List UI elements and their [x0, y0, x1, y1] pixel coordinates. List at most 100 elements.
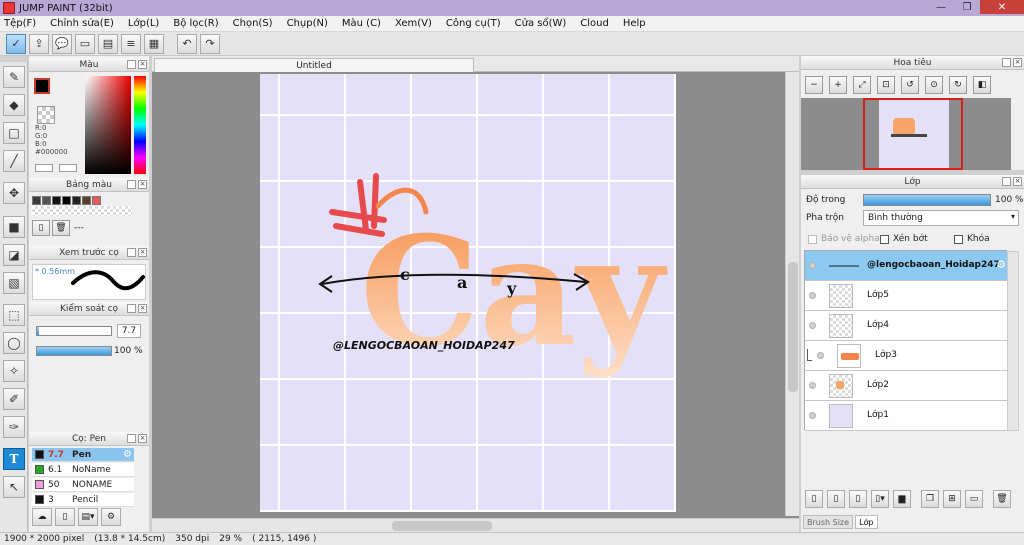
visibility-icon[interactable] [809, 382, 816, 389]
menu-filter[interactable]: Bộ lọc(R) [173, 18, 218, 29]
close-panel-icon[interactable]: × [1013, 58, 1022, 67]
layer-opacity-slider[interactable] [863, 194, 991, 206]
text-tool-icon[interactable]: T [3, 448, 25, 470]
delete-swatch-icon[interactable]: 🗑 [52, 220, 70, 236]
detach-icon[interactable] [127, 248, 136, 257]
hue-slider[interactable] [134, 76, 146, 174]
brush-tool-icon[interactable]: ✎ [3, 66, 25, 88]
protect-alpha-checkbox[interactable]: Bảo vệ alpha [808, 234, 880, 244]
rectangle-tool-icon[interactable]: □ [3, 122, 25, 144]
flip-icon[interactable]: ◧ [973, 76, 991, 94]
duplicate-layer-icon[interactable]: ❐ [921, 490, 939, 508]
menu-edit[interactable]: Chỉnh sửa(E) [50, 18, 114, 29]
redo-icon[interactable]: ↷ [200, 33, 220, 54]
delete-layer-icon[interactable]: 🗑 [993, 490, 1011, 508]
fit-screen-icon[interactable]: ⤢ [853, 76, 871, 94]
new-layer-icon[interactable]: ▯ [805, 490, 823, 508]
visibility-icon[interactable] [809, 262, 816, 269]
document-tab[interactable]: Untitled [154, 58, 474, 72]
zoom-out-icon[interactable]: − [805, 76, 823, 94]
color-swatch[interactable] [52, 196, 61, 205]
fill-shape-tool-icon[interactable]: ■ [3, 216, 25, 238]
brush-settings-icon[interactable]: ⚙ [101, 508, 121, 526]
color-swatch[interactable] [42, 196, 51, 205]
tab-brush-size[interactable]: Brush Size [803, 515, 854, 529]
add-layer-menu-icon[interactable]: ▯▾ [871, 490, 889, 508]
blend-mode-select[interactable]: Bình thường ▾ [863, 210, 1019, 226]
color-swatch[interactable] [62, 196, 71, 205]
menu-color[interactable]: Màu (C) [342, 18, 381, 29]
layer-row[interactable]: @lengocbaoan_Hoidap247 ⚙ [805, 251, 1008, 281]
drawing-canvas[interactable]: Cay c a y @LENGOCBAOAN_HOIDAP247 [260, 74, 676, 512]
color-swatch[interactable] [82, 196, 91, 205]
select-pen-tool-icon[interactable]: ✐ [3, 388, 25, 410]
close-button[interactable]: ✕ [980, 0, 1024, 14]
cloud-sync-icon[interactable]: ✓ [6, 33, 26, 54]
merge-layer-icon[interactable]: ⊞ [943, 490, 961, 508]
close-panel-icon[interactable]: × [138, 180, 147, 189]
scroll-thumb[interactable] [392, 521, 492, 531]
clear-layer-icon[interactable]: ▭ [965, 490, 983, 508]
grid-icon[interactable]: ▦ [144, 33, 164, 54]
brush-item[interactable]: 6.1 NoName [32, 463, 134, 477]
magic-wand-tool-icon[interactable]: ✧ [3, 360, 25, 382]
canvas-vertical-scrollbar[interactable] [785, 72, 799, 516]
close-panel-icon[interactable]: × [138, 60, 147, 69]
select-eraser-tool-icon[interactable]: ✑ [3, 416, 25, 438]
document-icon[interactable]: ▤ [98, 33, 118, 54]
minimize-button[interactable]: — [928, 0, 954, 14]
brush-size-value[interactable]: 7.7 [117, 324, 141, 338]
detach-icon[interactable] [127, 60, 136, 69]
scroll-thumb[interactable] [788, 262, 798, 392]
new-layer-1bit-icon[interactable]: ▯ [849, 490, 867, 508]
brush-opacity-slider[interactable] [36, 346, 112, 356]
monitor-icon[interactable]: ▭ [75, 33, 95, 54]
visibility-icon[interactable] [809, 412, 816, 419]
visibility-icon[interactable] [809, 322, 816, 329]
gradient-tool-icon[interactable]: ▧ [3, 272, 25, 294]
color-swatch[interactable] [32, 196, 41, 205]
detach-icon[interactable] [1002, 177, 1011, 186]
close-panel-icon[interactable]: × [138, 434, 147, 443]
bucket-tool-icon[interactable]: ◪ [3, 244, 25, 266]
menu-view[interactable]: Xem(V) [395, 18, 432, 29]
detach-icon[interactable] [1002, 58, 1011, 67]
saturation-value-picker[interactable] [85, 76, 131, 174]
navigator-view-frame[interactable] [863, 98, 963, 170]
layer-row[interactable]: Lớp3 [805, 341, 1008, 371]
lock-checkbox[interactable]: Khóa [954, 234, 990, 244]
color-swatch[interactable] [92, 196, 101, 205]
transparent-color-swatch[interactable] [37, 106, 55, 124]
rect-select-tool-icon[interactable]: ⬚ [3, 304, 25, 326]
menu-capture[interactable]: Chụp(N) [287, 18, 328, 29]
undo-icon[interactable]: ↶ [177, 33, 197, 54]
brush-item[interactable]: 3 Pencil [32, 493, 134, 507]
close-panel-icon[interactable]: × [1013, 177, 1022, 186]
gear-icon[interactable]: ⚙ [123, 449, 132, 460]
share-icon[interactable]: ⇪ [29, 33, 49, 54]
visibility-icon[interactable] [809, 292, 816, 299]
detach-icon[interactable] [127, 180, 136, 189]
menu-tools[interactable]: Công cụ(T) [446, 18, 501, 29]
canvas-horizontal-scrollbar[interactable] [152, 518, 799, 532]
rotate-reset-icon[interactable]: ⊙ [925, 76, 943, 94]
navigator-viewport[interactable] [801, 98, 1011, 170]
move-tool-icon[interactable]: ✥ [3, 182, 25, 204]
comment-icon[interactable]: 💬 [52, 33, 72, 54]
brush-size-slider[interactable] [36, 326, 112, 336]
layer-row[interactable]: Lớp5 [805, 281, 1008, 311]
detach-icon[interactable] [127, 304, 136, 313]
color-mode-button[interactable] [35, 164, 53, 172]
visibility-icon[interactable] [817, 352, 824, 359]
brush-cloud-icon[interactable]: ☁ [32, 508, 52, 526]
layer-row[interactable]: Lớp1 [805, 401, 1008, 431]
actual-size-icon[interactable]: ⊡ [877, 76, 895, 94]
layer-row[interactable]: Lớp2 [805, 371, 1008, 401]
menu-layer[interactable]: Lớp(L) [128, 18, 159, 29]
menu-select[interactable]: Chọn(S) [233, 18, 273, 29]
gear-icon[interactable]: ⚙ [996, 258, 1006, 271]
clip-checkbox[interactable]: Xén bớt [880, 234, 928, 244]
foreground-color-swatch[interactable] [34, 78, 50, 94]
layer-row[interactable]: Lớp4 [805, 311, 1008, 341]
new-brush-icon[interactable]: ▯ [55, 508, 75, 526]
